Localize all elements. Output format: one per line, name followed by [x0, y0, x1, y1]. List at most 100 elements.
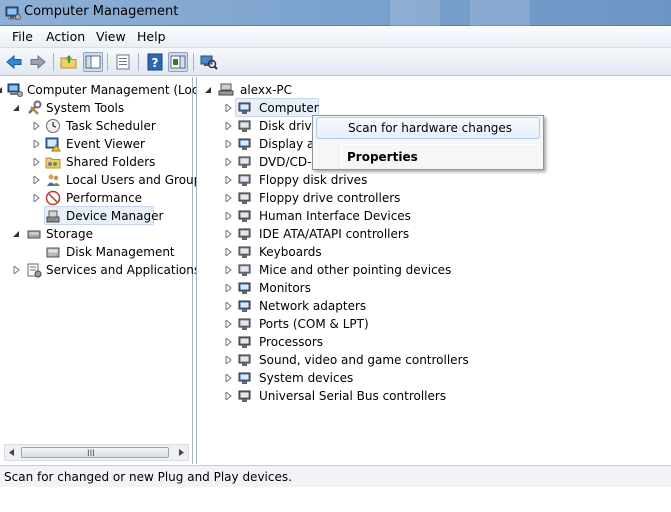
device-category-ide-ata-atapi-controllers[interactable]: IDE ATA/ATAPI controllers: [197, 225, 671, 243]
tree-node-label: Local Users and Groups: [66, 173, 208, 187]
human-interface-devices-icon: [238, 210, 251, 222]
title-bar[interactable]: Computer Management: [0, 0, 671, 26]
forward-icon[interactable]: [28, 52, 48, 72]
device-category-label: Sound, video and game controllers: [259, 353, 469, 367]
collapsed-arrow-icon[interactable]: [33, 122, 40, 130]
menu-view[interactable]: View: [96, 29, 126, 44]
menu-action[interactable]: Action: [46, 29, 85, 44]
help-icon[interactable]: ?: [145, 52, 165, 72]
tree-node-computer-management[interactable]: Computer Management (Local: [0, 81, 209, 99]
horizontal-scrollbar[interactable]: III: [4, 444, 189, 461]
collapsed-arrow-icon[interactable]: [225, 338, 232, 346]
properties-menu-item[interactable]: Properties: [316, 147, 540, 169]
menu-file[interactable]: File: [12, 29, 33, 44]
collapsed-arrow-icon[interactable]: [225, 356, 232, 364]
collapsed-arrow-icon[interactable]: [225, 392, 232, 400]
collapsed-arrow-icon[interactable]: [225, 176, 232, 184]
tree-node-disk-management[interactable]: Disk Management: [0, 243, 193, 261]
title-glass-highlight: [470, 0, 530, 26]
up-folder-icon[interactable]: [59, 52, 79, 72]
expanded-arrow-icon[interactable]: [13, 104, 20, 112]
collapsed-arrow-icon[interactable]: [33, 158, 40, 166]
collapsed-arrow-icon[interactable]: [225, 248, 232, 256]
device-category-label: IDE ATA/ATAPI controllers: [259, 227, 410, 241]
collapsed-arrow-icon[interactable]: [225, 302, 232, 310]
expanded-arrow-icon[interactable]: [205, 86, 212, 94]
tree-node-performance[interactable]: Performance: [0, 189, 193, 207]
collapsed-arrow-icon[interactable]: [225, 284, 232, 292]
device-root[interactable]: alexx-PC: [197, 81, 671, 99]
show-hide-tree-icon[interactable]: [83, 52, 103, 72]
collapsed-arrow-icon[interactable]: [33, 140, 40, 148]
tree-node-label: Event Viewer: [66, 137, 145, 151]
scrollbar-thumb[interactable]: III: [21, 447, 169, 459]
device-category-label: System devices: [259, 371, 354, 385]
collapsed-arrow-icon[interactable]: [225, 140, 232, 148]
device-category-mice-and-other-pointing-devices[interactable]: Mice and other pointing devices: [197, 261, 671, 279]
expanded-arrow-icon[interactable]: [13, 230, 20, 238]
tree-node-task-scheduler[interactable]: Task Scheduler: [0, 117, 193, 135]
collapsed-arrow-icon[interactable]: [225, 212, 232, 220]
collapsed-arrow-icon[interactable]: [13, 266, 20, 274]
device-category-monitors[interactable]: Monitors: [197, 279, 671, 297]
svg-text:?: ?: [152, 56, 159, 70]
device-category-keyboards[interactable]: Keyboards: [197, 243, 671, 261]
status-text: Scan for changed or new Plug and Play de…: [4, 470, 292, 484]
scan-for-hardware-changes-menu-item[interactable]: Scan for hardware changes: [316, 117, 540, 139]
tree-node-label: Services and Applications: [46, 263, 201, 277]
collapsed-arrow-icon[interactable]: [225, 230, 232, 238]
device-category-label: Universal Serial Bus controllers: [259, 389, 447, 403]
background-area: [0, 487, 671, 512]
toolbar-separator: [107, 53, 108, 71]
sound-video-and-game-controllers-icon: [238, 354, 251, 366]
tree-node-services-and-applications[interactable]: Services and Applications: [0, 261, 200, 279]
device-category-universal-serial-bus-controllers[interactable]: Universal Serial Bus controllers: [197, 387, 671, 405]
collapsed-arrow-icon[interactable]: [225, 374, 232, 382]
device-category-floppy-drive-controllers[interactable]: Floppy drive controllers: [197, 189, 671, 207]
tree-node-local-users-and-groups[interactable]: Local Users and Groups: [0, 171, 208, 189]
menu-item-label: Scan for hardware changes: [348, 121, 513, 135]
action-pane-icon[interactable]: [168, 52, 188, 72]
tree-node-event-viewer[interactable]: Event Viewer: [0, 135, 193, 153]
shared-folder-icon: [45, 157, 61, 169]
properties-icon[interactable]: [113, 52, 133, 72]
system-tools-icon: [28, 100, 42, 115]
display-ad-icon: [238, 138, 251, 150]
back-icon[interactable]: [4, 52, 24, 72]
collapsed-arrow-icon[interactable]: [225, 104, 232, 112]
device-category-processors[interactable]: Processors: [197, 333, 671, 351]
tree-node-label: Storage: [46, 227, 93, 241]
window-title: Computer Management: [24, 4, 179, 19]
event-viewer-icon: [45, 137, 61, 152]
scroll-left-icon[interactable]: [6, 447, 18, 458]
device-category-network-adapters[interactable]: Network adapters: [197, 297, 671, 315]
ports-com-lpt-icon: [238, 318, 251, 330]
tree-node-shared-folders[interactable]: Shared Folders: [0, 153, 193, 171]
collapsed-arrow-icon[interactable]: [33, 194, 40, 202]
toolbar-separator: [138, 53, 139, 71]
tree-node-system-tools[interactable]: System Tools: [0, 99, 193, 117]
scroll-right-icon[interactable]: [175, 447, 187, 458]
context-menu: Scan for hardware changes Properties: [312, 115, 544, 170]
scan-hardware-icon[interactable]: [199, 52, 219, 72]
device-category-system-devices[interactable]: System devices: [197, 369, 671, 387]
console-tree-pane[interactable]: Computer Management (Local System Tools …: [0, 77, 209, 464]
device-category-human-interface-devices[interactable]: Human Interface Devices: [197, 207, 671, 225]
collapsed-arrow-icon[interactable]: [225, 266, 232, 274]
expanded-arrow-icon[interactable]: [0, 86, 3, 94]
device-category-sound-video-and-game-controllers[interactable]: Sound, video and game controllers: [197, 351, 671, 369]
collapsed-arrow-icon[interactable]: [225, 320, 232, 328]
device-category-label: DVD/CD-R: [259, 155, 320, 169]
device-category-ports-com-lpt[interactable]: Ports (COM & LPT): [197, 315, 671, 333]
device-category-floppy-disk-drives[interactable]: Floppy disk drives: [197, 171, 671, 189]
tree-node-label: Computer Management (Local: [27, 83, 210, 97]
tree-node-storage[interactable]: Storage: [0, 225, 193, 243]
collapsed-arrow-icon[interactable]: [225, 158, 232, 166]
menu-bar: File Action View Help: [0, 26, 671, 48]
tree-node-device-manager[interactable]: Device Manager: [0, 207, 193, 225]
collapsed-arrow-icon[interactable]: [225, 122, 232, 130]
collapsed-arrow-icon[interactable]: [33, 176, 40, 184]
menu-help[interactable]: Help: [137, 29, 166, 44]
collapsed-arrow-icon[interactable]: [225, 194, 232, 202]
device-category-label: Floppy drive controllers: [259, 191, 401, 205]
